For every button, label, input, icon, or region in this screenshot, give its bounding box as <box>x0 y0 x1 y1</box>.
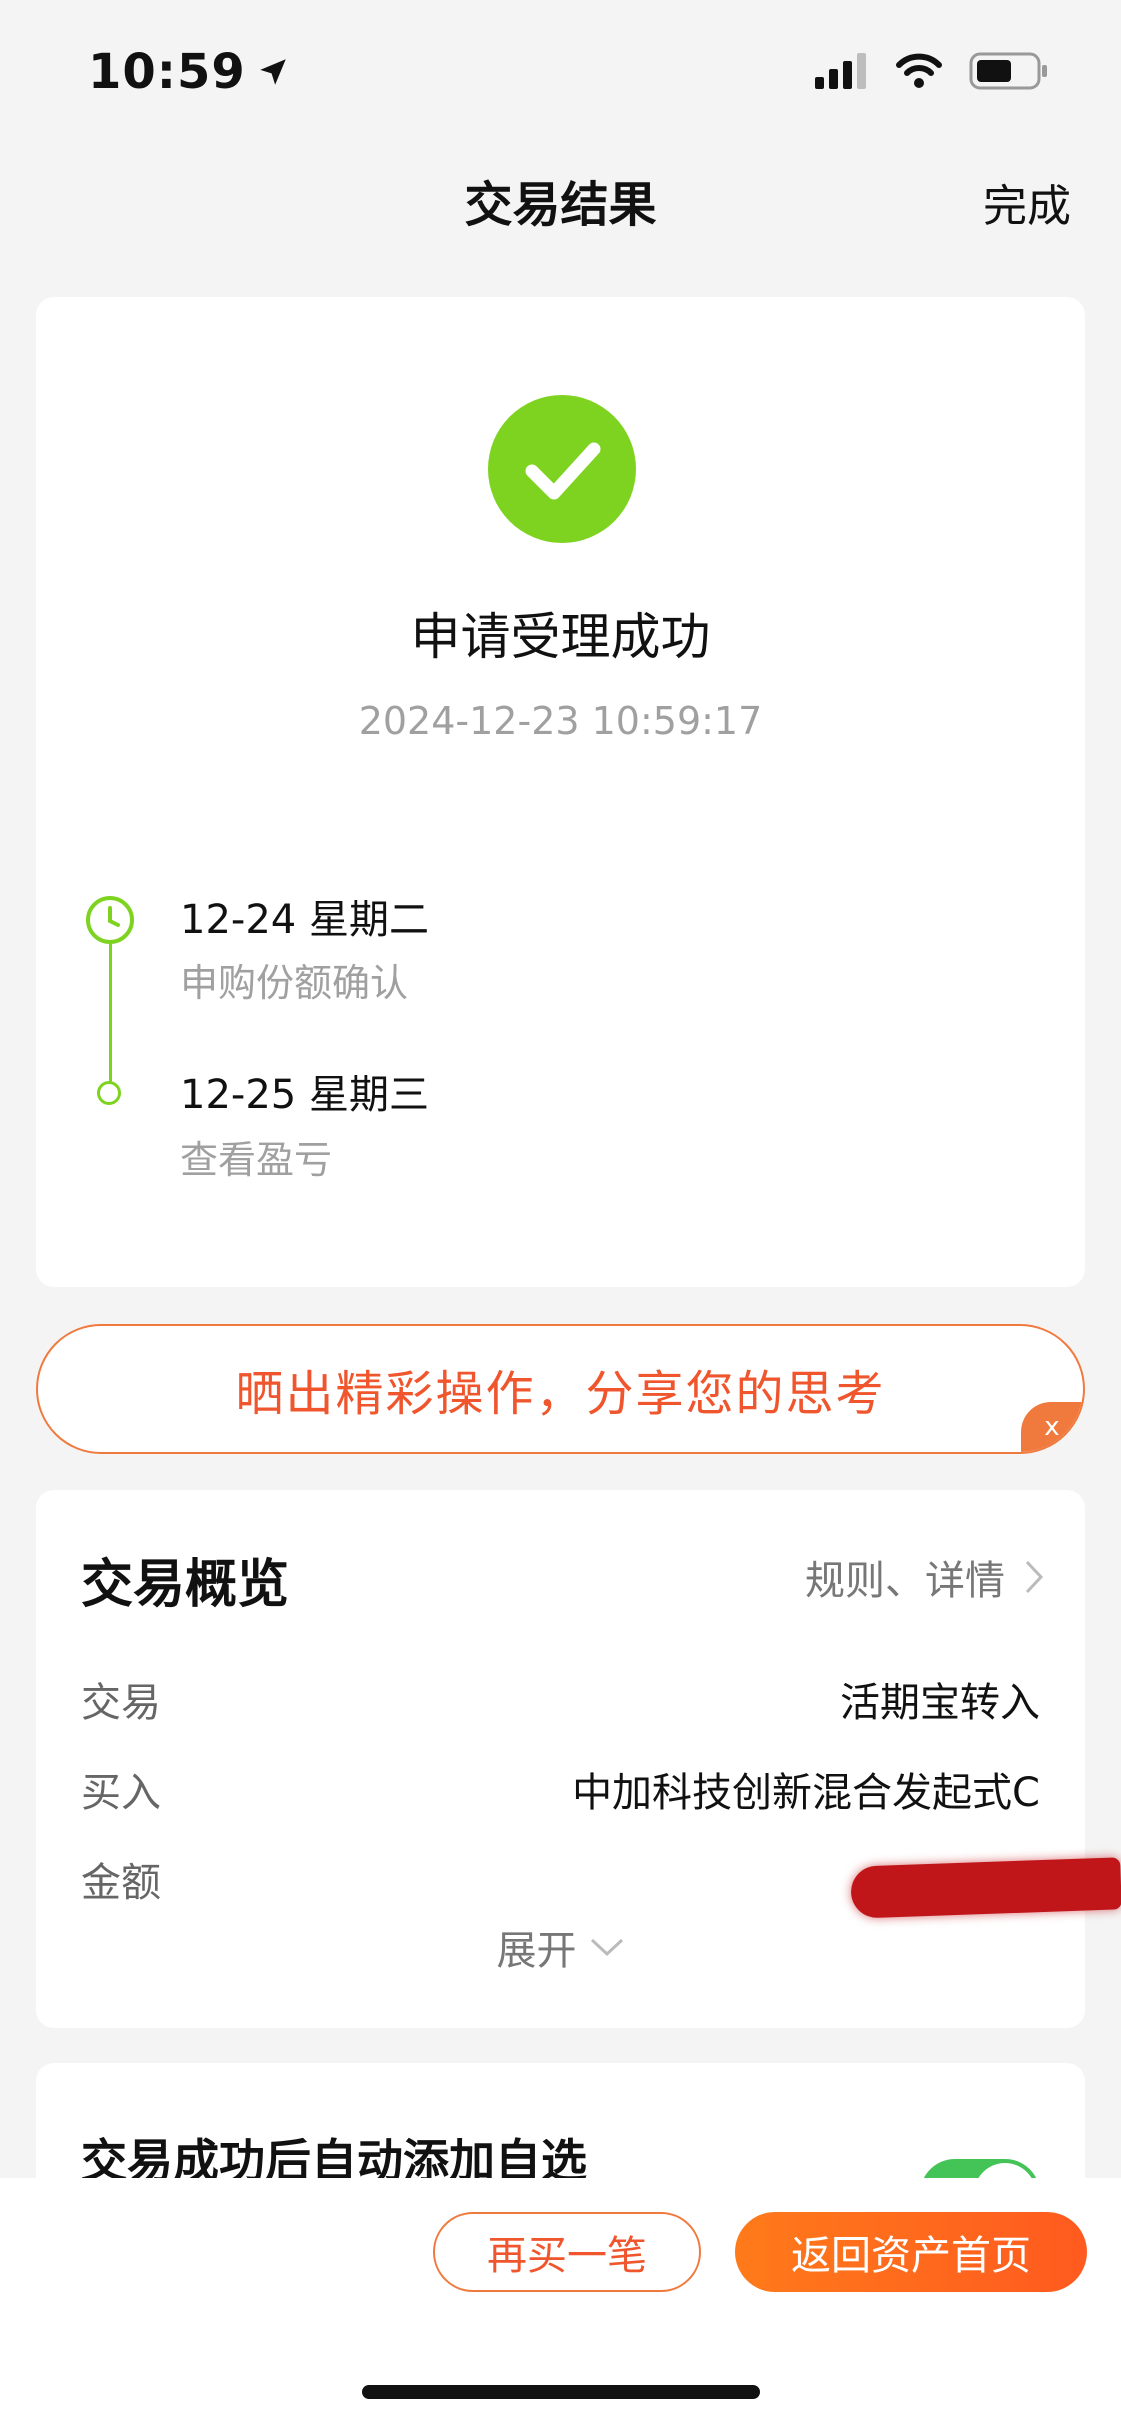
timeline-line <box>109 932 112 1082</box>
expand-button[interactable]: 展开 <box>36 1918 1085 1976</box>
close-icon[interactable]: x <box>1021 1402 1083 1452</box>
overview-label: 金额 <box>81 1860 161 1906</box>
overview-value: 中加科技创新混合发起式C <box>572 1770 1040 1816</box>
overview-title: 交易概览 <box>81 1555 290 1615</box>
wifi-icon <box>896 53 942 88</box>
expand-label: 展开 <box>496 1928 577 1974</box>
overview-label: 买入 <box>81 1770 161 1816</box>
status-time-text: 10:59 <box>88 44 246 100</box>
chevron-right-icon <box>1025 1560 1044 1594</box>
share-banner[interactable]: 晒出精彩操作，分享您的思考 x <box>36 1324 1085 1454</box>
buy-again-button[interactable]: 再买一笔 <box>433 2212 701 2292</box>
timeline-desc-2: 查看盈亏 <box>180 1138 333 1182</box>
result-timestamp: 2024-12-23 10:59:17 <box>358 699 763 743</box>
result-title: 申请受理成功 <box>410 608 711 666</box>
overview-row-trade: 交易 活期宝转入 <box>81 1670 1040 1728</box>
return-home-button[interactable]: 返回资产首页 <box>735 2212 1087 2292</box>
status-bar-icons <box>815 52 1049 90</box>
location-arrow-icon <box>260 59 286 85</box>
timeline-date-2: 12-25 星期三 <box>180 1072 429 1118</box>
trade-overview-card: 交易概览 规则、详情 交易 活期宝转入 买入 中加科技创新混合发起式C 金额 展… <box>36 1490 1121 2028</box>
result-card: 申请受理成功 2024-12-23 10:59:17 12-24 星期二 申购份… <box>36 297 1085 1287</box>
home-indicator <box>362 2385 760 2399</box>
status-bar-time: 10:59 <box>88 44 290 100</box>
chevron-down-icon <box>590 1938 623 1957</box>
overview-value: 活期宝转入 <box>840 1680 1040 1726</box>
timeline-dot <box>97 1081 121 1105</box>
page-title: 交易结果 <box>464 177 657 233</box>
rules-details-label: 规则、详情 <box>805 1558 1005 1604</box>
rules-details-link[interactable]: 规则、详情 <box>805 1548 1045 1606</box>
clock-icon <box>86 896 134 944</box>
overview-row-buy: 买入 中加科技创新混合发起式C <box>81 1760 1040 1818</box>
overview-label: 交易 <box>81 1680 161 1726</box>
battery-icon <box>969 52 1047 90</box>
done-button[interactable]: 完成 <box>983 170 1071 234</box>
timeline-desc-1: 申购份额确认 <box>180 961 409 1005</box>
redaction-mark <box>850 1857 1121 1919</box>
success-check-icon <box>488 395 636 543</box>
cellular-signal-icon <box>815 53 866 89</box>
share-banner-text: 晒出精彩操作，分享您的思考 <box>235 1366 886 1422</box>
timeline-date-1: 12-24 星期二 <box>180 897 429 943</box>
